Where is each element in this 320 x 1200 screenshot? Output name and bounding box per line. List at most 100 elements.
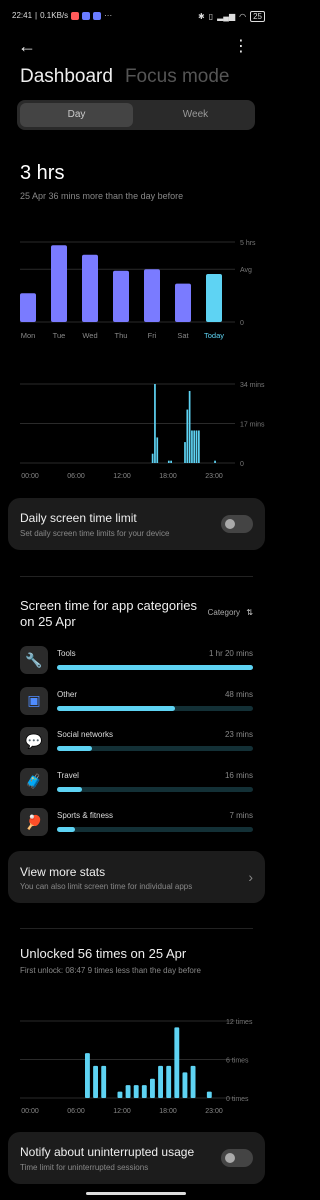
category-time: 16 mins [224,770,253,780]
category-bar-fill [57,665,253,670]
view-more-stats-title: View more stats [20,865,106,879]
x-tick-label: 00:00 [21,473,39,480]
category-sort[interactable]: Category ⇅ [208,608,253,617]
unlock-bar [133,1085,139,1098]
category-item[interactable]: 🔧 Tools 1 hr 20 mins [20,646,253,678]
x-tick-label: Wed [82,331,97,340]
back-arrow-icon[interactable]: ← [18,36,36,57]
more-notifications-icon: ··· [104,11,113,20]
hourly-bar [195,430,198,463]
category-name: Tools [57,649,76,658]
weekly-bar[interactable] [82,254,98,322]
x-tick-label: Thu [115,331,128,340]
daily-limit-subtitle: Set daily screen time limits for your de… [20,529,170,538]
category-bar-fill [57,746,93,751]
category-item[interactable]: ▣ Other 48 mins [20,686,253,719]
unlock-bar [190,1065,196,1098]
unlock-bar [182,1072,188,1098]
category-time: 48 mins [224,689,253,699]
hourly-bar [170,460,172,463]
y-tick-label: 0 [240,461,244,468]
x-tick-label: 18:00 [159,1108,177,1115]
daily-limit-toggle[interactable] [221,515,253,533]
week-button[interactable]: Week [139,103,252,127]
bluetooth-icon: ✱ [198,12,205,21]
category-name: Other [57,689,78,699]
suitcase-icon: 🧳 [20,767,48,796]
hourly-bar [193,430,196,463]
hourly-bar [186,409,189,463]
wrench-icon: 🔧 [20,646,48,674]
weekly-bar[interactable] [175,283,191,322]
daily-limit-card[interactable]: Daily screen time limit Set daily screen… [8,498,265,550]
category-item[interactable]: 💬 Social networks 23 mins [20,727,253,759]
y-tick-label: Avg [240,267,252,274]
uninterrupted-title: Notify about uninterrupted usage [20,1145,195,1159]
day-week-toggle: Day Week [17,100,255,130]
status-speed: 0.1KB/s [40,11,69,20]
hourly-bar [154,384,156,463]
mail-notification-icon [71,11,80,20]
home-indicator [86,1192,186,1195]
y-tick-label: 6 times [226,1058,249,1065]
weekly-bar[interactable] [20,293,36,322]
category-item[interactable]: 🏓 Sports & fitness 7 mins [20,808,253,840]
x-tick-label: 23:00 [205,1108,223,1115]
weekly-bar[interactable] [51,245,67,322]
apps-icon: ▣ [20,686,48,715]
unlock-bar [141,1085,147,1098]
x-tick-label: Sat [177,331,189,340]
unlock-bar [117,1091,123,1098]
y-tick-label: 17 mins [240,422,265,429]
unlocks-chart: 12 times 6 times 0 times 00:00 06:00 12:00 18:… [20,1019,253,1115]
category-time: 23 mins [224,730,253,739]
status-bar: 22:41 | 0.1KB/s ··· ✱ ▯ ▂▄▆ ◠ 25 [0,0,273,30]
x-tick-label: Today [204,331,224,340]
weekly-bar[interactable] [206,274,222,322]
category-time: 7 mins [229,811,253,820]
status-time: 22:41 [12,11,33,20]
hourly-bar [191,430,193,463]
unlock-bar [206,1091,212,1098]
unlocks-subtitle: First unlock: 08:47 9 times less than th… [20,966,201,975]
category-bar [57,665,253,670]
category-sort-label: Category [207,608,241,617]
hourly-bar [156,437,159,463]
unlock-bar [85,1053,90,1098]
tab-dashboard[interactable]: Dashboard [20,66,113,88]
y-tick-label: 34 mins [240,382,265,389]
weekly-usage-chart: 5 hrs Avg 0 Mon Tue Wed Thu Fri Sat Today [20,240,256,340]
x-tick-label: 00:00 [21,1108,39,1115]
unlock-bar [93,1065,98,1098]
tab-focus-mode[interactable]: Focus mode [125,66,230,88]
x-tick-label: Fri [148,331,157,340]
sort-icon: ⇅ [246,608,253,617]
hourly-bar [184,442,186,463]
hourly-bar [188,390,191,463]
category-bar [57,705,253,711]
unlock-bar [101,1065,107,1098]
x-tick-label: 23:00 [205,473,223,480]
category-bar-fill [57,786,83,792]
category-item[interactable]: 🧳 Travel 16 mins [20,767,253,800]
weekly-bar[interactable] [144,269,160,322]
y-tick-label: 0 [240,320,244,327]
uninterrupted-usage-card[interactable]: Notify about uninterrupted usage Time li… [8,1132,265,1184]
category-bar [57,786,253,792]
x-tick-label: 12:00 [113,473,131,480]
view-more-stats-card[interactable]: View more stats You can also limit scree… [8,851,265,903]
category-bar [57,746,253,751]
y-tick-label: 0 times [226,1096,249,1103]
day-button[interactable]: Day [20,103,133,127]
wifi-icon: ◠ [239,12,247,21]
battery-icon: 25 [250,11,265,22]
chat-icon: 💬 [20,727,48,755]
category-name: Social networks [57,730,114,739]
more-options-icon[interactable]: ⋮ [233,36,249,56]
header-tabs: Dashboard Focus mode [20,66,230,88]
x-tick-label: 12:00 [113,1108,131,1115]
category-name: Sports & fitness [57,811,114,820]
weekly-bar[interactable] [113,270,129,322]
y-tick-label: 12 times [226,1019,253,1026]
uninterrupted-toggle[interactable] [221,1149,253,1167]
